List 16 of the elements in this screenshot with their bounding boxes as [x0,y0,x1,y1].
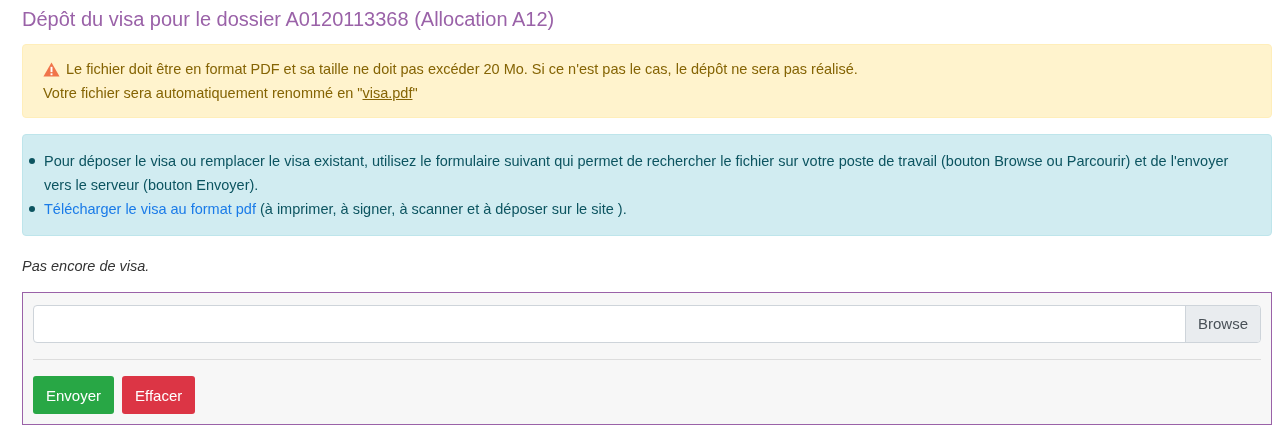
status-text: Pas encore de visa. [22,258,151,276]
page-title: Dépôt du visa pour le dossier A0120113368 (Allocation A12) [22,7,556,32]
rename-text: Votre fichier sera automatiquement renommé en " [43,85,363,101]
instruction-text: (à imprimer, à signer, à scanner et à déposer sur le site ). [259,201,627,217]
bullet-icon [29,206,35,212]
file-input[interactable]: Browse [33,305,1261,343]
quote-text: " [412,85,418,101]
instruction-text: Pour déposer le visa ou remplacer le visa existant, utilisez le formulaire suivant qui permet de rechercher le fichier sur votre poste de travail (bouton Browse ou Parcourir) et de l'envoyer vers le serveur (bouton Envoyer). [44,153,1229,193]
warning-icon [43,61,60,77]
browse-button[interactable]: Browse [1184,306,1260,342]
form-button[interactable]: Effacer [122,376,196,414]
bullet-icon [29,158,35,164]
download-link[interactable]: Télécharger le visa au format pdf [44,201,256,217]
filename-link[interactable]: visa.pdf [362,85,413,101]
warning-text: Le fichier doit être en format PDF et sa taille ne doit pas excéder 20 Mo. Si ce n'est pas le cas, le dépôt ne sera pas réalisé. [66,60,858,79]
form-button[interactable]: Envoyer [33,376,115,414]
